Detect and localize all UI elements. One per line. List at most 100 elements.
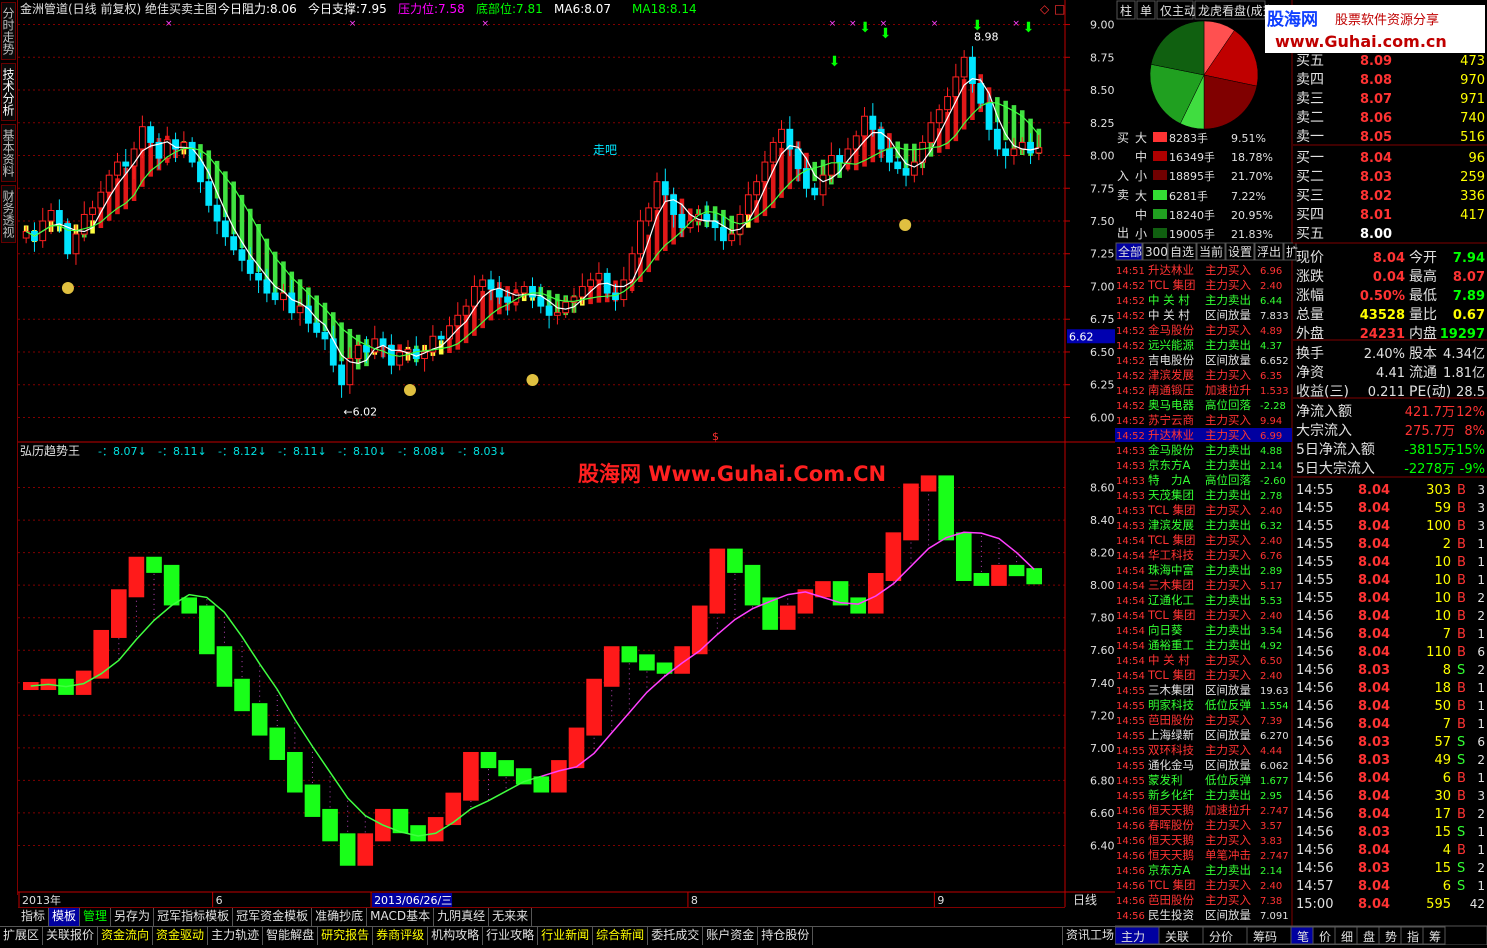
ticker-name[interactable]: 民生投资 <box>1148 908 1194 922</box>
ticker-name[interactable]: 苏宁云商 <box>1148 413 1194 427</box>
ticker-name[interactable]: TCL 集团 <box>1147 668 1195 682</box>
main-chart-area[interactable]: 8.98←6.02走吧$× × × × × × × ×⬇⬇ ⬇ ⬇ ⬇ 9.008.758.508.… <box>18 0 1115 907</box>
btn-accurate-bottom[interactable]: 准确抄底 <box>312 908 368 926</box>
period-label[interactable]: 日线 <box>1073 893 1097 907</box>
nav-5[interactable]: 智能解盘 <box>263 927 319 945</box>
tab-info-workshop[interactable]: 资讯工场 <box>1062 927 1115 945</box>
tab-technical[interactable]: 技术分析 <box>1 63 16 121</box>
nav-1[interactable]: 关联报价 <box>43 927 99 945</box>
br-tab-10[interactable]: 指 <box>1407 929 1419 944</box>
list-tab-0[interactable]: 全部 <box>1118 244 1142 259</box>
ask-price[interactable]: 8.07 <box>1360 92 1392 107</box>
btn-template[interactable]: 模板 <box>49 908 81 926</box>
tab-fundamentals[interactable]: 基本资料 <box>1 124 16 182</box>
ticker-name[interactable]: 金马股份 <box>1148 443 1194 457</box>
ticker-name[interactable]: TCL 集团 <box>1147 503 1195 517</box>
top-tab-1[interactable]: 单 <box>1140 4 1152 18</box>
list-tab-4[interactable]: 设置 <box>1228 245 1252 259</box>
top-tab-3[interactable]: 龙虎看盘(成交 <box>1198 3 1275 18</box>
ticker-name[interactable]: 津滨发展 <box>1148 368 1194 382</box>
btn-wulailai[interactable]: 无来来 <box>489 908 533 926</box>
ticker-name[interactable]: 蒙发利 <box>1148 773 1183 787</box>
btn-indicator[interactable]: 指标 <box>18 908 50 926</box>
nav-6[interactable]: 研究报告 <box>318 927 374 945</box>
ticker-name[interactable]: 辽通化工 <box>1148 593 1194 607</box>
ask-price[interactable]: 8.08 <box>1360 73 1392 88</box>
nav-7[interactable]: 券商评级 <box>373 927 429 945</box>
btn-save-as[interactable]: 另存为 <box>111 908 155 926</box>
ticker-name[interactable]: 华工科技 <box>1148 548 1194 562</box>
top-tab-0[interactable]: 柱 <box>1120 3 1132 18</box>
ask-price[interactable]: 8.09 <box>1360 54 1392 69</box>
ticker-name[interactable]: 中 关 村 <box>1148 653 1190 667</box>
ticker-name[interactable]: 芭田股份 <box>1148 713 1194 727</box>
ticker-name[interactable]: 恒天天鹅 <box>1148 833 1194 847</box>
ticker-name[interactable]: 金马股份 <box>1148 323 1194 337</box>
ticker-name[interactable]: 津滨发展 <box>1148 518 1194 532</box>
list-tab-5[interactable]: 浮出 <box>1257 245 1281 259</box>
nav-12[interactable]: 委托成交 <box>648 927 704 945</box>
btn-tpl-champion-ind[interactable]: 冠军指标模板 <box>154 908 234 926</box>
ticker-name[interactable]: 芭田股份 <box>1148 893 1194 907</box>
ticker-name[interactable]: TCL 集团 <box>1147 278 1195 292</box>
nav-0[interactable]: 扩展区 <box>0 927 44 945</box>
ticker-name[interactable]: 珠海中富 <box>1148 563 1194 577</box>
ticker-name[interactable]: 中 关 村 <box>1148 308 1190 322</box>
ticker-name[interactable]: 三木集团 <box>1148 683 1194 697</box>
tab-intraday[interactable]: 分时走势 <box>1 2 16 60</box>
ticker-name[interactable]: 明家科技 <box>1148 698 1194 712</box>
ticker-name[interactable]: 新乡化纤 <box>1148 788 1194 802</box>
br-tab-2[interactable]: 关联 <box>1165 930 1189 944</box>
ticker-name[interactable]: 通裕重工 <box>1148 638 1194 652</box>
ticker-name[interactable]: TCL 集团 <box>1147 533 1195 547</box>
btn-tpl-champion-fund[interactable]: 冠军资金模板 <box>233 908 313 926</box>
ask-price[interactable]: 8.06 <box>1360 111 1392 126</box>
bid-price[interactable]: 8.04 <box>1360 151 1392 166</box>
nav-10[interactable]: 行业新闻 <box>538 927 594 945</box>
nav-13[interactable]: 账户资金 <box>703 927 759 945</box>
bid-price[interactable]: 8.02 <box>1360 189 1392 204</box>
bid-price[interactable]: 8.00 <box>1360 227 1392 242</box>
br-tab-3[interactable]: 分价 <box>1209 930 1233 944</box>
ticker-name[interactable]: 春晖股份 <box>1148 818 1194 832</box>
ticker-name[interactable]: 特 力A <box>1148 473 1190 487</box>
ticker-name[interactable]: 升达林业 <box>1148 428 1194 442</box>
nav-4[interactable]: 主力轨迹 <box>208 927 264 945</box>
btn-nine-yin[interactable]: 九阴真经 <box>434 908 490 926</box>
ticker-name[interactable]: 向日葵 <box>1148 623 1183 637</box>
ticker-name[interactable]: 恒天天鹅 <box>1148 803 1194 817</box>
ticker-name[interactable]: 通化金马 <box>1148 758 1194 772</box>
nav-8[interactable]: 机构攻略 <box>428 927 484 945</box>
ticker-name[interactable]: 双环科技 <box>1148 743 1194 757</box>
ticker-name[interactable]: 奥马电器 <box>1148 398 1194 412</box>
nav-11[interactable]: 综合新闻 <box>593 927 649 945</box>
btn-manage[interactable]: 管理 <box>80 908 112 926</box>
restore-icon[interactable]: □ <box>1054 2 1065 16</box>
ticker-name[interactable]: 上海绿新 <box>1148 728 1194 742</box>
br-tab-11[interactable]: 筹 <box>1429 930 1441 944</box>
ticker-name[interactable]: 南通锻压 <box>1148 383 1194 397</box>
br-tab-9[interactable]: 势 <box>1385 930 1397 944</box>
top-tab-2[interactable]: 仅主动 <box>1160 4 1196 18</box>
br-tab-1[interactable]: 主力 <box>1121 930 1145 944</box>
list-tab-3[interactable]: 当前 <box>1199 244 1223 259</box>
bid-price[interactable]: 8.01 <box>1360 208 1392 223</box>
list-tab-1[interactable]: 300 <box>1145 245 1168 259</box>
br-tab-6[interactable]: 价 <box>1319 930 1331 944</box>
bid-price[interactable]: 8.03 <box>1360 170 1392 185</box>
br-tab-8[interactable]: 盘 <box>1363 929 1375 944</box>
br-tab-7[interactable]: 细 <box>1341 930 1353 944</box>
nav-14[interactable]: 持仓股份 <box>758 927 814 945</box>
ticker-name[interactable]: TCL 集团 <box>1147 608 1195 622</box>
ticker-name[interactable]: 远兴能源 <box>1148 338 1194 352</box>
ticker-name[interactable]: 京东方A <box>1148 863 1190 877</box>
ask-price[interactable]: 8.05 <box>1360 130 1392 145</box>
ticker-name[interactable]: 吉电股份 <box>1148 353 1194 367</box>
diamond-icon[interactable]: ◇ <box>1040 2 1050 16</box>
ticker-name[interactable]: 天茂集团 <box>1148 488 1194 502</box>
ticker-name[interactable]: 升达林业 <box>1148 263 1194 277</box>
br-tab-5[interactable]: 笔 <box>1297 929 1309 944</box>
nav-2[interactable]: 资金流向 <box>98 927 154 945</box>
tab-financials[interactable]: 财务透视 <box>1 185 16 243</box>
ticker-name[interactable]: TCL 集团 <box>1147 878 1195 892</box>
